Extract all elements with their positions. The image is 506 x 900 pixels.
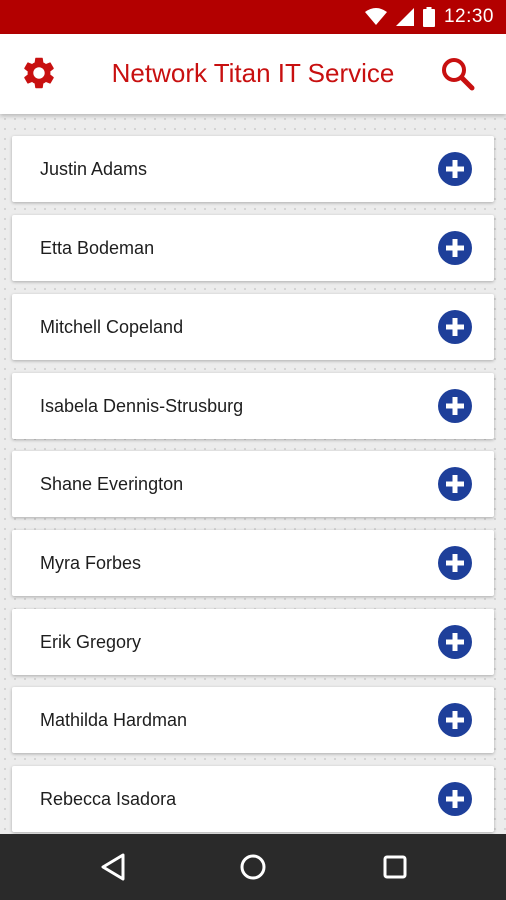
list-item[interactable]: Rebecca Isadora <box>12 766 494 832</box>
contact-name: Mitchell Copeland <box>40 317 184 337</box>
list-item[interactable]: Mathilda Hardman <box>12 687 494 753</box>
add-circle-icon[interactable] <box>438 310 472 344</box>
list-item[interactable]: Mitchell Copeland <box>12 294 494 360</box>
contact-name: Isabela Dennis-Strusburg <box>40 396 244 416</box>
clock: 12:30 <box>443 6 494 27</box>
add-circle-icon[interactable] <box>438 625 472 659</box>
contact-name: Myra Forbes <box>40 553 142 573</box>
battery-icon <box>422 7 435 27</box>
add-circle-icon[interactable] <box>438 782 472 816</box>
status-bar: 12:30 <box>0 0 506 34</box>
home-icon[interactable] <box>233 849 273 885</box>
add-circle-icon[interactable] <box>438 703 472 737</box>
recents-icon[interactable] <box>375 849 415 885</box>
back-icon[interactable] <box>93 849 133 885</box>
add-circle-icon[interactable] <box>438 389 472 423</box>
contact-list[interactable]: Justin Adams Etta Bodeman Mitchell Copel… <box>0 114 506 834</box>
list-item[interactable]: Justin Adams <box>12 136 494 202</box>
contact-name: Mathilda Hardman <box>40 710 188 730</box>
contact-name: Erik Gregory <box>40 632 142 652</box>
contact-name: Rebecca Isadora <box>40 789 177 809</box>
contact-name: Etta Bodeman <box>40 238 155 258</box>
contact-name: Shane Everington <box>40 474 184 494</box>
list-item[interactable]: Myra Forbes <box>12 530 494 596</box>
add-circle-icon[interactable] <box>438 152 472 186</box>
list-item[interactable]: Isabela Dennis-Strusburg <box>12 373 494 439</box>
list-item[interactable]: Shane Everington <box>12 451 494 517</box>
system-nav-bar <box>0 834 506 900</box>
list-item[interactable]: Etta Bodeman <box>12 215 494 281</box>
signal-icon <box>395 8 414 26</box>
app-bar: Network Titan IT Service <box>0 34 506 114</box>
add-circle-icon[interactable] <box>438 231 472 265</box>
add-circle-icon[interactable] <box>438 546 472 580</box>
page-title: Network Titan IT Service <box>111 58 395 88</box>
contact-name: Justin Adams <box>40 159 148 179</box>
wifi-icon <box>364 8 387 26</box>
list-item[interactable]: Erik Gregory <box>12 609 494 675</box>
search-icon[interactable] <box>440 56 476 92</box>
add-circle-icon[interactable] <box>438 467 472 501</box>
